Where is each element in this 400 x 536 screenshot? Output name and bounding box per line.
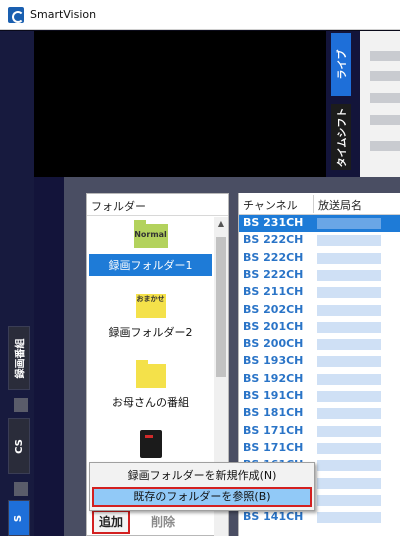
- station-name-redacted: [317, 408, 381, 420]
- channel-row[interactable]: BS 171CH: [239, 440, 400, 457]
- menu-item-new-folder[interactable]: 録画フォルダーを新規作成(N): [92, 466, 312, 486]
- station-name-redacted: [317, 477, 381, 489]
- station-name-redacted: [317, 356, 381, 368]
- folder-list-header: フォルダー: [87, 194, 228, 216]
- window-title: SmartVision: [30, 8, 97, 21]
- channel-row[interactable]: BS 192CH: [239, 371, 400, 388]
- channel-number: BS 231CH: [243, 216, 304, 229]
- program-info-panel: [360, 31, 400, 177]
- channel-row[interactable]: BS 222CH: [239, 232, 400, 249]
- channel-number: BS 191CH: [243, 389, 304, 402]
- channel-number: BS 222CH: [243, 267, 304, 281]
- tab-bs[interactable]: S: [8, 500, 30, 536]
- delete-button[interactable]: 削除: [140, 512, 186, 532]
- folder-item-2[interactable]: おまかせ 録画フォルダー2: [89, 294, 212, 340]
- station-name-redacted: [317, 460, 381, 472]
- channel-row[interactable]: BS 191CH: [239, 388, 400, 405]
- channel-number: BS 192CH: [243, 371, 304, 385]
- channel-number: BS 202CH: [243, 302, 304, 316]
- redacted-text: [370, 51, 400, 61]
- tab-recorded-programs[interactable]: 録画番組: [8, 326, 30, 390]
- channel-number: BS 141CH: [243, 510, 304, 524]
- folder-item-3[interactable]: お母さんの番組: [89, 360, 212, 410]
- station-name-redacted: [317, 304, 381, 316]
- station-name-redacted: [317, 252, 381, 264]
- column-divider[interactable]: [313, 195, 314, 213]
- channel-row[interactable]: BS 141CH: [239, 509, 400, 526]
- folder-icon: [135, 360, 166, 388]
- channel-list-header: チャンネル 放送局名: [239, 193, 400, 215]
- channel-row[interactable]: BS 222CH: [239, 250, 400, 267]
- station-name-redacted: [317, 235, 381, 247]
- station-name-redacted: [317, 269, 381, 281]
- station-name-redacted: [317, 339, 381, 351]
- redacted-text: [370, 115, 400, 125]
- station-name-redacted: [317, 425, 381, 437]
- omakase-folder-icon: おまかせ: [135, 294, 166, 318]
- folder-label: お母さんの番組: [112, 396, 189, 409]
- channel-number: BS 200CH: [243, 337, 304, 351]
- redacted-text: [370, 93, 400, 103]
- channel-row[interactable]: BS 222CH: [239, 267, 400, 284]
- channel-row[interactable]: BS 181CH: [239, 405, 400, 422]
- tab-timeshift[interactable]: タイムシフト: [331, 104, 351, 170]
- channel-number: BS 193CH: [243, 354, 304, 368]
- station-name-redacted: [317, 321, 381, 333]
- tab-separator: [14, 482, 28, 496]
- channel-row[interactable]: BS 211CH: [239, 284, 400, 301]
- title-bar: SmartVision: [0, 0, 400, 30]
- redacted-text: [370, 141, 400, 151]
- add-button[interactable]: 追加: [92, 510, 130, 534]
- channel-row[interactable]: BS 202CH: [239, 302, 400, 319]
- menu-item-browse-folder[interactable]: 既存のフォルダーを参照(B): [92, 487, 312, 507]
- station-name-redacted: [317, 512, 381, 524]
- folder-label: 録画フォルダー1: [89, 254, 212, 276]
- video-preview: [34, 31, 326, 177]
- channel-row[interactable]: BS 193CH: [239, 353, 400, 370]
- channel-number: BS 181CH: [243, 406, 304, 420]
- context-menu: 録画フォルダーを新規作成(N) 既存のフォルダーを参照(B): [89, 462, 315, 511]
- app-logo-icon: [8, 7, 24, 23]
- folder-item-1[interactable]: Normal 録画フォルダー1: [89, 220, 212, 276]
- folder-item-4[interactable]: [89, 430, 212, 458]
- channel-number: BS 171CH: [243, 423, 304, 437]
- scroll-thumb[interactable]: [216, 237, 226, 377]
- recorder-device-icon: [139, 430, 162, 458]
- channel-number: BS 222CH: [243, 233, 304, 247]
- normal-folder-icon: Normal: [133, 220, 168, 248]
- station-name-redacted: [317, 287, 381, 299]
- column-header-station[interactable]: 放送局名: [318, 197, 362, 213]
- tab-live[interactable]: ライブ: [331, 33, 351, 96]
- channel-number: BS 201CH: [243, 319, 304, 333]
- channel-number: BS 171CH: [243, 440, 304, 454]
- scroll-up-icon[interactable]: ▲: [214, 217, 228, 231]
- channel-row[interactable]: BS 231CH: [239, 215, 400, 232]
- channel-number: BS 211CH: [243, 285, 304, 299]
- station-name-redacted: [317, 442, 381, 454]
- redacted-text: [370, 71, 400, 81]
- channel-row[interactable]: BS 171CH: [239, 423, 400, 440]
- folder-label: 録画フォルダー2: [108, 326, 193, 339]
- tab-cs[interactable]: CS: [8, 418, 30, 474]
- station-name-redacted: [317, 218, 381, 229]
- channel-row[interactable]: BS 200CH: [239, 336, 400, 353]
- station-name-redacted: [317, 494, 381, 506]
- station-name-redacted: [317, 391, 381, 402]
- column-header-channel[interactable]: チャンネル: [243, 197, 298, 213]
- channel-row[interactable]: BS 201CH: [239, 319, 400, 336]
- tab-separator: [14, 398, 28, 412]
- channel-number: BS 222CH: [243, 250, 304, 264]
- station-name-redacted: [317, 373, 381, 385]
